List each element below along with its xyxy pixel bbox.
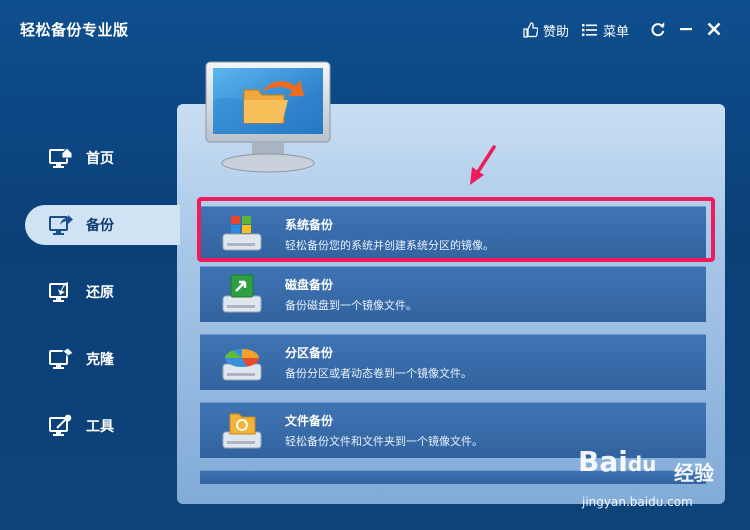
option-system-backup[interactable]: 系统备份 轻松备份您的系统并创建系统分区的镜像。 xyxy=(200,206,706,262)
option-disk-backup[interactable]: 磁盘备份 备份磁盘到一个镜像文件。 xyxy=(200,266,706,322)
annotation-arrow-icon xyxy=(470,145,496,185)
menu-label: 菜单 xyxy=(603,24,630,40)
monitor-folder-illustration xyxy=(205,61,331,173)
baidu-jingyan-watermark: Baidu 经验 jingyan.baidu.com xyxy=(578,445,738,517)
watermark-url: jingyan.baidu.com xyxy=(582,495,693,509)
clone-monitor-icon xyxy=(48,346,74,372)
menu-button[interactable]: 菜单 xyxy=(582,20,629,40)
sidebar-item-backup[interactable]: 备份 xyxy=(25,205,180,245)
watermark-text: 经验 xyxy=(674,461,714,485)
option-partition-backup[interactable]: 分区备份 备份分区或者动态卷到一个镜像文件。 xyxy=(200,334,706,390)
list-menu-icon xyxy=(582,24,597,36)
app-title: 轻松备份专业版 xyxy=(20,21,129,39)
title-bar: 轻松备份专业版 赞助 菜单 xyxy=(0,0,750,58)
sidebar-item-label: 备份 xyxy=(86,218,114,234)
close-button[interactable] xyxy=(704,19,724,39)
sidebar-item-home[interactable]: 首页 xyxy=(25,138,180,178)
tools-monitor-icon xyxy=(48,413,74,439)
refresh-icon xyxy=(651,22,665,37)
windows-drive-icon xyxy=(219,212,265,258)
sidebar-item-label: 首页 xyxy=(86,151,114,167)
option-description: 轻松备份文件和文件夹到一个镜像文件。 xyxy=(285,435,483,448)
option-title: 文件备份 xyxy=(285,414,334,428)
option-description: 备份磁盘到一个镜像文件。 xyxy=(285,299,417,312)
option-description: 备份分区或者动态卷到一个镜像文件。 xyxy=(285,367,472,380)
sponsor-label: 赞助 xyxy=(543,24,570,40)
option-title: 系统备份 xyxy=(285,218,334,232)
option-title: 分区备份 xyxy=(285,346,334,360)
option-title: 磁盘备份 xyxy=(285,278,334,292)
folder-drive-icon xyxy=(219,408,265,454)
watermark-logo: Baidu xyxy=(578,445,657,478)
sidebar-item-tools[interactable]: 工具 xyxy=(25,406,180,446)
home-monitor-icon xyxy=(48,145,74,171)
option-description: 轻松备份您的系统并创建系统分区的镜像。 xyxy=(285,239,494,252)
disk-drive-icon xyxy=(219,272,265,318)
minimize-button[interactable] xyxy=(676,19,696,39)
backup-monitor-icon xyxy=(48,212,74,238)
sponsor-button[interactable]: 赞助 xyxy=(522,20,569,40)
sidebar-item-label: 工具 xyxy=(86,419,114,435)
refresh-button[interactable] xyxy=(648,19,668,39)
sidebar-item-label: 还原 xyxy=(86,285,114,301)
sidebar-item-restore[interactable]: 还原 xyxy=(25,272,180,312)
sidebar-item-label: 克隆 xyxy=(86,352,114,368)
sidebar-item-clone[interactable]: 克隆 xyxy=(25,339,180,379)
thumbs-up-icon xyxy=(523,22,538,38)
close-icon xyxy=(707,22,721,36)
restore-monitor-icon xyxy=(48,279,74,305)
minimize-icon xyxy=(680,28,692,31)
partition-pie-icon xyxy=(219,340,265,386)
